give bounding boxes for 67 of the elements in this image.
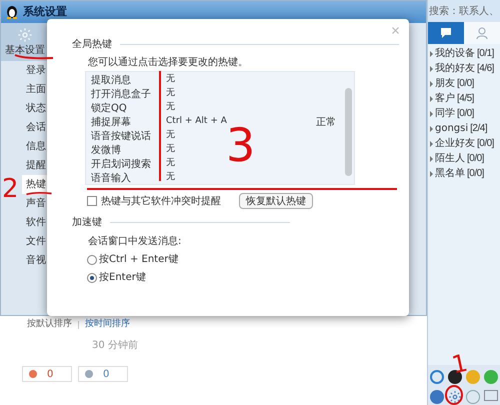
restore-defaults-button[interactable]: 恢复默认热键 — [239, 193, 313, 209]
sort-link[interactable]: 按时间排序 — [85, 318, 130, 332]
like-button[interactable]: 0 — [22, 366, 72, 382]
radio-label: 按Enter键 — [99, 270, 146, 285]
nav-item[interactable]: 状态 — [22, 99, 49, 118]
conflict-checkbox[interactable] — [87, 196, 97, 206]
panel-tab[interactable] — [464, 22, 500, 44]
gear-icon — [17, 26, 33, 42]
panel-tab[interactable] — [428, 22, 464, 44]
chat-icon — [440, 27, 452, 39]
nav-item[interactable]: 信息 — [22, 137, 49, 156]
contact-group[interactable]: 我的设备 [0/1] — [435, 46, 494, 61]
search-field[interactable]: 搜索：联系人、 — [428, 0, 500, 22]
thumbs-down-icon — [85, 370, 93, 378]
contact-group[interactable]: 朋友 [0/0] — [435, 76, 474, 91]
nav-header[interactable]: 基本设置 — [1, 23, 49, 61]
section-title: 全局热键 — [72, 38, 112, 52]
contact-group[interactable]: 我的好友 [4/6] — [435, 61, 494, 76]
underline-mark — [14, 53, 54, 61]
scrollbar[interactable] — [345, 88, 352, 176]
contact-group[interactable]: 客户 [4/5] — [435, 91, 474, 106]
contact-group[interactable]: 同学 [0/0] — [435, 106, 474, 121]
radio-button[interactable] — [87, 254, 97, 264]
nav-item[interactable]: 音视 — [22, 251, 49, 270]
expand-arrow-icon — [430, 96, 433, 102]
dislike-button[interactable]: 0 — [78, 366, 128, 382]
contact-group[interactable]: 黑名单 [0/0] — [435, 166, 484, 181]
nav-item[interactable]: 文件 — [22, 232, 49, 251]
hotkey-row[interactable]: 锁定QQ 无 — [86, 101, 354, 115]
underline-mark — [24, 191, 54, 196]
hotkey-row[interactable]: 语音输入 无 — [86, 171, 354, 185]
contact-group[interactable]: gongsi [2/4] — [435, 121, 488, 136]
description: 您可以通过点击选择要更改的热键。 — [88, 57, 248, 68]
section-title: 加速键 — [72, 216, 102, 230]
sort-option[interactable]: 按默认排序 — [27, 318, 72, 332]
thumbs-up-icon — [29, 370, 37, 378]
nav-item[interactable]: 提醒 — [22, 156, 49, 175]
expand-arrow-icon — [430, 156, 433, 162]
handwritten-number: 3 — [226, 122, 256, 168]
handwritten-number: 2 — [2, 176, 19, 202]
close-icon[interactable] — [392, 27, 399, 34]
handwritten-number: 1 — [450, 350, 470, 378]
nav-item[interactable]: 声音 — [22, 194, 49, 213]
window-title: 系统设置 — [23, 4, 67, 20]
nav-item[interactable]: 软件 — [22, 213, 49, 232]
expand-arrow-icon — [430, 66, 433, 72]
contact-group[interactable]: 企业好友 [0/0] — [435, 136, 494, 151]
radio-button[interactable] — [87, 272, 97, 282]
contact-group[interactable]: 陌生人 [0/0] — [435, 151, 484, 166]
expand-arrow-icon — [430, 110, 433, 116]
radio-label: 按Ctrl + Enter键 — [99, 252, 178, 267]
send-label: 会话窗口中发送消息: — [87, 234, 182, 249]
hotkey-row[interactable]: 提取消息 无 — [86, 73, 354, 87]
nav-item[interactable]: 主面 — [22, 80, 49, 99]
settings-icon — [448, 390, 462, 404]
hotkey-row[interactable]: 打开消息盒子 无 — [86, 87, 354, 101]
nav-item[interactable]: 登录 — [22, 61, 49, 80]
circle-mark — [444, 383, 464, 405]
checkbox-label: 热键与其它软件冲突时提醒 — [101, 194, 221, 208]
expand-arrow-icon — [430, 170, 433, 176]
nav-item[interactable]: 会话 — [22, 118, 49, 137]
expand-arrow-icon — [430, 50, 433, 56]
person-icon — [476, 27, 488, 39]
expand-arrow-icon — [430, 140, 433, 146]
post-time: 30 分钟前 — [92, 338, 139, 353]
expand-arrow-icon — [430, 80, 433, 86]
expand-arrow-icon — [430, 126, 433, 132]
